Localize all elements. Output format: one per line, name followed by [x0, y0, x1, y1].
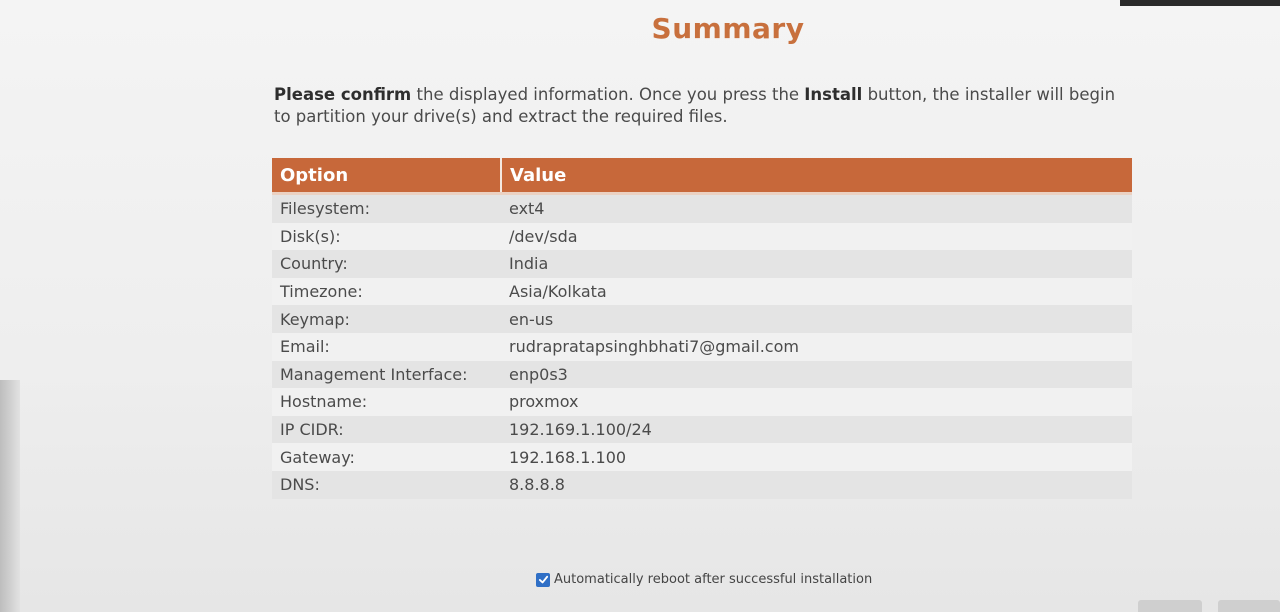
table-row: IP CIDR: 192.169.1.100/24	[272, 415, 1132, 444]
row-value: en-us	[501, 305, 1132, 333]
screen-bezel-left	[0, 380, 20, 612]
reboot-label[interactable]: Automatically reboot after successful in…	[554, 572, 872, 587]
row-value: 192.169.1.100/24	[501, 415, 1132, 444]
intro-text-1: the displayed information. Once you pres…	[411, 85, 805, 104]
row-option: DNS:	[272, 470, 501, 499]
row-option: Email:	[272, 332, 501, 361]
intro-bold-install: Install	[804, 85, 863, 104]
installer-screen: Summary Please confirm the displayed inf…	[0, 0, 1280, 612]
table-row: DNS: 8.8.8.8	[272, 470, 1132, 499]
row-option: Hostname:	[272, 388, 501, 416]
row-option: Filesystem:	[272, 193, 501, 223]
table-row: Gateway: 192.168.1.100	[272, 443, 1132, 471]
table-row: Management Interface: enp0s3	[272, 360, 1132, 389]
reboot-option[interactable]: Automatically reboot after successful in…	[536, 572, 872, 587]
row-option: Country:	[272, 250, 501, 278]
row-option: IP CIDR:	[272, 415, 501, 444]
table-header-row: Option Value	[272, 158, 1132, 195]
row-value: proxmox	[501, 388, 1132, 416]
table-row: Email: rudrapratapsinghbhati7@gmail.com	[272, 332, 1132, 361]
table-row: Timezone: Asia/Kolkata	[272, 277, 1132, 306]
screen-bezel-top	[1120, 0, 1280, 6]
page-title: Summary	[651, 12, 805, 45]
row-value: ext4	[501, 193, 1132, 223]
table-row: Country: India	[272, 250, 1132, 278]
row-option: Management Interface:	[272, 360, 501, 389]
summary-table: Option Value Filesystem: ext4 Disk(s): /…	[272, 158, 1132, 499]
row-value: 192.168.1.100	[501, 443, 1132, 471]
row-option: Keymap:	[272, 305, 501, 333]
header-option: Option	[272, 158, 502, 195]
row-value: 8.8.8.8	[501, 470, 1132, 499]
row-value: /dev/sda	[501, 222, 1132, 251]
back-button[interactable]	[1138, 600, 1202, 612]
row-value: India	[501, 250, 1132, 278]
row-value: enp0s3	[501, 360, 1132, 389]
row-option: Timezone:	[272, 277, 501, 306]
header-value: Value	[501, 158, 1132, 195]
install-button[interactable]	[1218, 600, 1280, 612]
table-row: Filesystem: ext4	[272, 193, 1132, 223]
table-row: Disk(s): /dev/sda	[272, 222, 1132, 251]
row-value: rudrapratapsinghbhati7@gmail.com	[501, 332, 1132, 361]
table-row: Keymap: en-us	[272, 305, 1132, 333]
intro-text: Please confirm the displayed information…	[274, 84, 1124, 128]
row-option: Disk(s):	[272, 222, 501, 251]
row-value: Asia/Kolkata	[501, 277, 1132, 306]
table-row: Hostname: proxmox	[272, 388, 1132, 416]
reboot-checkbox[interactable]	[536, 572, 550, 587]
intro-bold-start: Please confirm	[274, 85, 412, 104]
check-icon	[538, 575, 548, 584]
row-option: Gateway:	[272, 443, 501, 471]
